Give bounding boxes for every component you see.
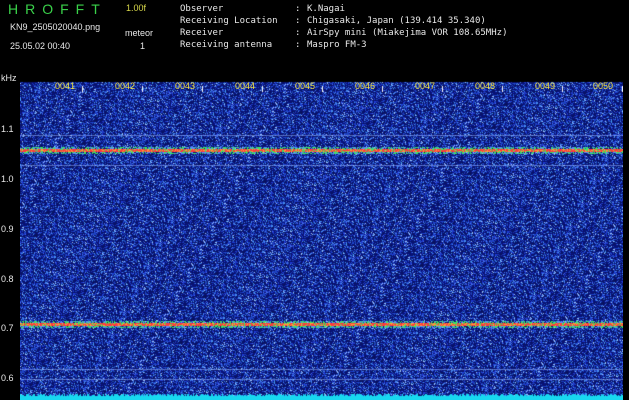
x-tick-label: 0041 (55, 81, 76, 91)
x-tick-label: 0049 (535, 81, 556, 91)
y-tick-label: 0.7 (1, 323, 14, 333)
x-tick-label: 0044 (235, 81, 256, 91)
spectrogram-plot (20, 78, 623, 400)
info-key: Observer (180, 4, 224, 14)
y-tick-label: 1.0 (1, 174, 14, 184)
capture-datetime: 25.05.02 00:40 (10, 41, 71, 51)
info-separator: : (295, 28, 301, 38)
info-key: Receiving Location (180, 16, 278, 26)
info-value: Chigasaki, Japan (139.414 35.340) (307, 16, 486, 26)
info-key: Receiver (180, 28, 224, 38)
y-tick-label: 0.9 (1, 224, 14, 234)
y-axis-unit: kHz (1, 73, 17, 83)
info-separator: : (295, 4, 301, 14)
y-tick-label: 0.6 (1, 373, 14, 383)
y-tick-label: 1.1 (1, 124, 14, 134)
info-row-location: Receiving Location: Chigasaki, Japan (139… (180, 16, 486, 26)
x-tick-label: 0043 (175, 81, 196, 91)
x-tick-label: 0046 (355, 81, 376, 91)
y-tick-label: 0.8 (1, 274, 14, 284)
x-tick-label: 0045 (295, 81, 316, 91)
x-tick-label: 0042 (115, 81, 136, 91)
x-tick-label: 0047 (415, 81, 436, 91)
meteor-count-value: 1 (140, 41, 146, 51)
app-logo: HROFFT (8, 1, 107, 17)
info-row-receiver: Receiver: AirSpy mini (Miakejima VOR 108.… (180, 28, 507, 38)
info-value: Maspro FM-3 (307, 40, 367, 50)
file-name: KN9_2505020040.png (10, 22, 101, 32)
info-separator: : (295, 40, 301, 50)
info-value: AirSpy mini (Miakejima VOR 108.65MHz) (307, 28, 508, 38)
info-separator: : (295, 16, 301, 26)
info-key: Receiving antenna (180, 40, 273, 50)
info-row-antenna: Receiving antenna: Maspro FM-3 (180, 40, 367, 50)
info-value: K.Nagai (307, 4, 345, 14)
app-version: 1.00f (126, 3, 147, 13)
x-tick-label: 0048 (475, 81, 496, 91)
info-row-observer: Observer: K.Nagai (180, 4, 345, 14)
x-tick-label: 0050 (593, 81, 614, 91)
hrofft-window: HROFFT 1.00f KN9_2505020040.png 25.05.02… (0, 0, 629, 400)
meteor-count-label: meteor (125, 28, 154, 38)
